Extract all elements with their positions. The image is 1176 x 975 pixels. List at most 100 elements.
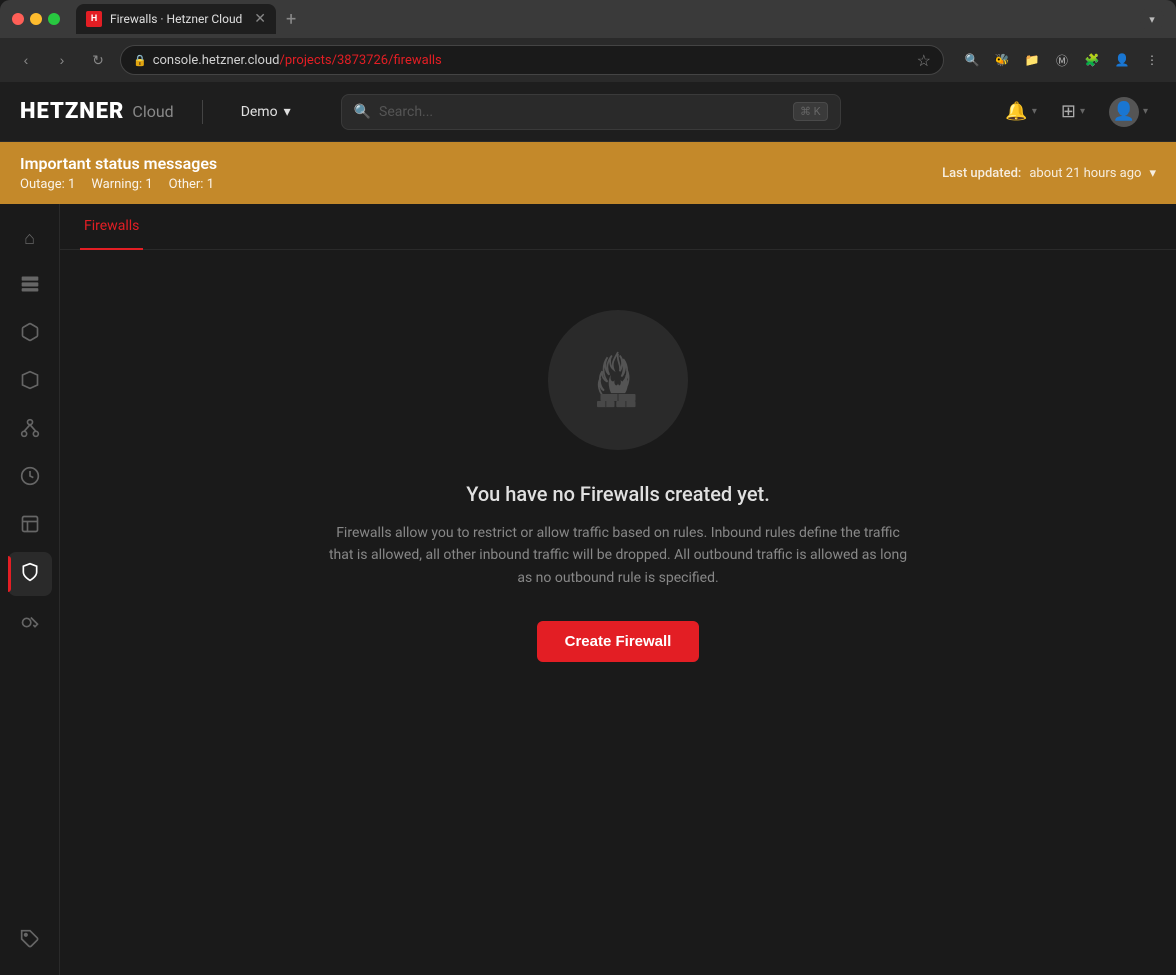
- other-count: 1: [207, 177, 214, 192]
- address-bar[interactable]: 🔒 console.hetzner.cloud/projects/3873726…: [120, 45, 944, 75]
- outage-count: 1: [68, 177, 75, 192]
- browser-tab[interactable]: H Firewalls · Hetzner Cloud ✕: [76, 4, 276, 34]
- user-avatar: 👤: [1109, 97, 1139, 127]
- browser-extensions: 🔍 🐝 📁 Ⓜ 🧩 👤 ⋮: [960, 48, 1164, 72]
- warning-label: Warning:: [91, 177, 142, 192]
- reload-button[interactable]: ↻: [84, 46, 112, 74]
- sidebar-item-home[interactable]: ⌂: [8, 216, 52, 260]
- warning-status: Warning: 1: [91, 177, 152, 192]
- bucket-icon: [20, 370, 40, 395]
- sidebar-item-storage[interactable]: [8, 360, 52, 404]
- last-updated-time: about 21 hours ago: [1029, 166, 1141, 181]
- sidebar-item-network[interactable]: [8, 408, 52, 452]
- empty-icon-circle: [548, 310, 688, 450]
- address-bar-url: console.hetzner.cloud/projects/3873726/f…: [153, 53, 442, 68]
- tab-navigation: Firewalls: [60, 204, 1176, 250]
- project-selector[interactable]: Demo ▾: [231, 98, 301, 126]
- sidebar-item-servers[interactable]: [8, 264, 52, 308]
- tab-bar: H Firewalls · Hetzner Cloud ✕ +: [76, 4, 1132, 34]
- close-window-button[interactable]: [12, 13, 24, 25]
- search-shortcut-badge: ⌘ K: [793, 102, 828, 121]
- sidebar-item-tags[interactable]: [8, 919, 52, 963]
- sidebar-item-loadbalancer[interactable]: [8, 456, 52, 500]
- address-bar-lock-icon: 🔒: [133, 54, 147, 67]
- maximize-window-button[interactable]: [48, 13, 60, 25]
- sidebar-item-firewalls[interactable]: [8, 552, 52, 596]
- home-icon: ⌂: [24, 228, 35, 249]
- main-wrapper: ⌂: [0, 204, 1176, 975]
- hetzner-logo: HETZNER Cloud: [20, 99, 174, 124]
- header-search[interactable]: 🔍 Search... ⌘ K: [341, 94, 841, 130]
- warning-count: 1: [145, 177, 152, 192]
- firewall-empty-icon: [583, 345, 653, 415]
- status-title: Important status messages: [20, 154, 217, 173]
- sidebar-item-sshkeys[interactable]: [8, 600, 52, 644]
- grid-icon: ⊞: [1061, 101, 1076, 122]
- sidebar-item-volumes[interactable]: [8, 312, 52, 356]
- search-placeholder: Search...: [379, 104, 785, 120]
- new-tab-button[interactable]: +: [280, 9, 302, 30]
- last-updated-label: Last updated:: [942, 166, 1021, 181]
- tab-title: Firewalls · Hetzner Cloud: [110, 12, 246, 26]
- cube-icon: [20, 322, 40, 347]
- logo-divider: [202, 100, 203, 124]
- tab-firewalls[interactable]: Firewalls: [80, 204, 143, 250]
- traffic-lights: [12, 13, 60, 25]
- notifications-chevron-icon: ▾: [1032, 106, 1037, 117]
- minimize-window-button[interactable]: [30, 13, 42, 25]
- server-icon: [20, 274, 40, 299]
- extension-icon-3[interactable]: 📁: [1020, 48, 1044, 72]
- other-status: Other: 1: [169, 177, 214, 192]
- tab-favicon: H: [86, 11, 102, 27]
- tag-icon: [20, 929, 40, 954]
- outage-status: Outage: 1: [20, 177, 75, 192]
- back-button[interactable]: ‹: [12, 46, 40, 74]
- firewall-icon: [20, 562, 40, 587]
- project-chevron-icon: ▾: [284, 104, 291, 120]
- browser-nav: ‹ › ↻ 🔒 console.hetzner.cloud/projects/3…: [0, 38, 1176, 82]
- outage-label: Outage:: [20, 177, 65, 192]
- header-actions: 🔔 ▾ ⊞ ▾ 👤 ▾: [997, 91, 1156, 133]
- status-items: Outage: 1 Warning: 1 Other: 1: [20, 177, 217, 192]
- project-name: Demo: [241, 104, 278, 120]
- status-expand-icon[interactable]: ▾: [1149, 166, 1156, 181]
- logo-cloud: Cloud: [132, 102, 173, 121]
- sidebar: ⌂: [0, 204, 60, 975]
- extension-icon-5[interactable]: 🧩: [1080, 48, 1104, 72]
- empty-state: You have no Firewalls created yet. Firew…: [60, 250, 1176, 722]
- status-bar-left: Important status messages Outage: 1 Warn…: [20, 154, 217, 192]
- create-firewall-button[interactable]: Create Firewall: [537, 621, 700, 662]
- app-header: HETZNER Cloud Demo ▾ 🔍 Search... ⌘ K 🔔 ▾…: [0, 82, 1176, 142]
- browser-menu-button[interactable]: ▾: [1140, 7, 1164, 31]
- empty-title: You have no Firewalls created yet.: [466, 482, 770, 506]
- sidebar-item-dns[interactable]: [8, 504, 52, 548]
- tab-close-button[interactable]: ✕: [254, 12, 266, 26]
- user-chevron-icon: ▾: [1143, 106, 1148, 117]
- empty-description: Firewalls allow you to restrict or allow…: [328, 522, 908, 589]
- tab-firewalls-label: Firewalls: [84, 218, 139, 234]
- logo-hetzner: HETZNER: [20, 99, 124, 124]
- bookmark-icon[interactable]: ☆: [917, 51, 931, 70]
- bell-icon: 🔔: [1005, 101, 1027, 122]
- browser-titlebar: H Firewalls · Hetzner Cloud ✕ + ▾: [0, 0, 1176, 38]
- search-icon: 🔍: [354, 104, 371, 120]
- extension-icon-1[interactable]: 🔍: [960, 48, 984, 72]
- loadbalancer-icon: [20, 466, 40, 491]
- network-icon: [20, 418, 40, 443]
- page-content: Firewalls: [60, 204, 1176, 975]
- extension-icon-2[interactable]: 🐝: [990, 48, 1014, 72]
- extension-icon-4[interactable]: Ⓜ: [1050, 48, 1074, 72]
- notifications-button[interactable]: 🔔 ▾: [997, 95, 1044, 128]
- key-icon: [20, 610, 40, 635]
- dns-icon: [20, 514, 40, 539]
- browser-more-button[interactable]: ⋮: [1140, 48, 1164, 72]
- user-avatar-browser[interactable]: 👤: [1110, 48, 1134, 72]
- user-menu-button[interactable]: 👤 ▾: [1101, 91, 1156, 133]
- apps-chevron-icon: ▾: [1080, 106, 1085, 117]
- status-bar[interactable]: Important status messages Outage: 1 Warn…: [0, 142, 1176, 204]
- apps-menu-button[interactable]: ⊞ ▾: [1053, 95, 1093, 128]
- other-label: Other:: [169, 177, 204, 192]
- forward-button[interactable]: ›: [48, 46, 76, 74]
- app-container: HETZNER Cloud Demo ▾ 🔍 Search... ⌘ K 🔔 ▾…: [0, 82, 1176, 975]
- status-bar-right: Last updated: about 21 hours ago ▾: [942, 166, 1156, 181]
